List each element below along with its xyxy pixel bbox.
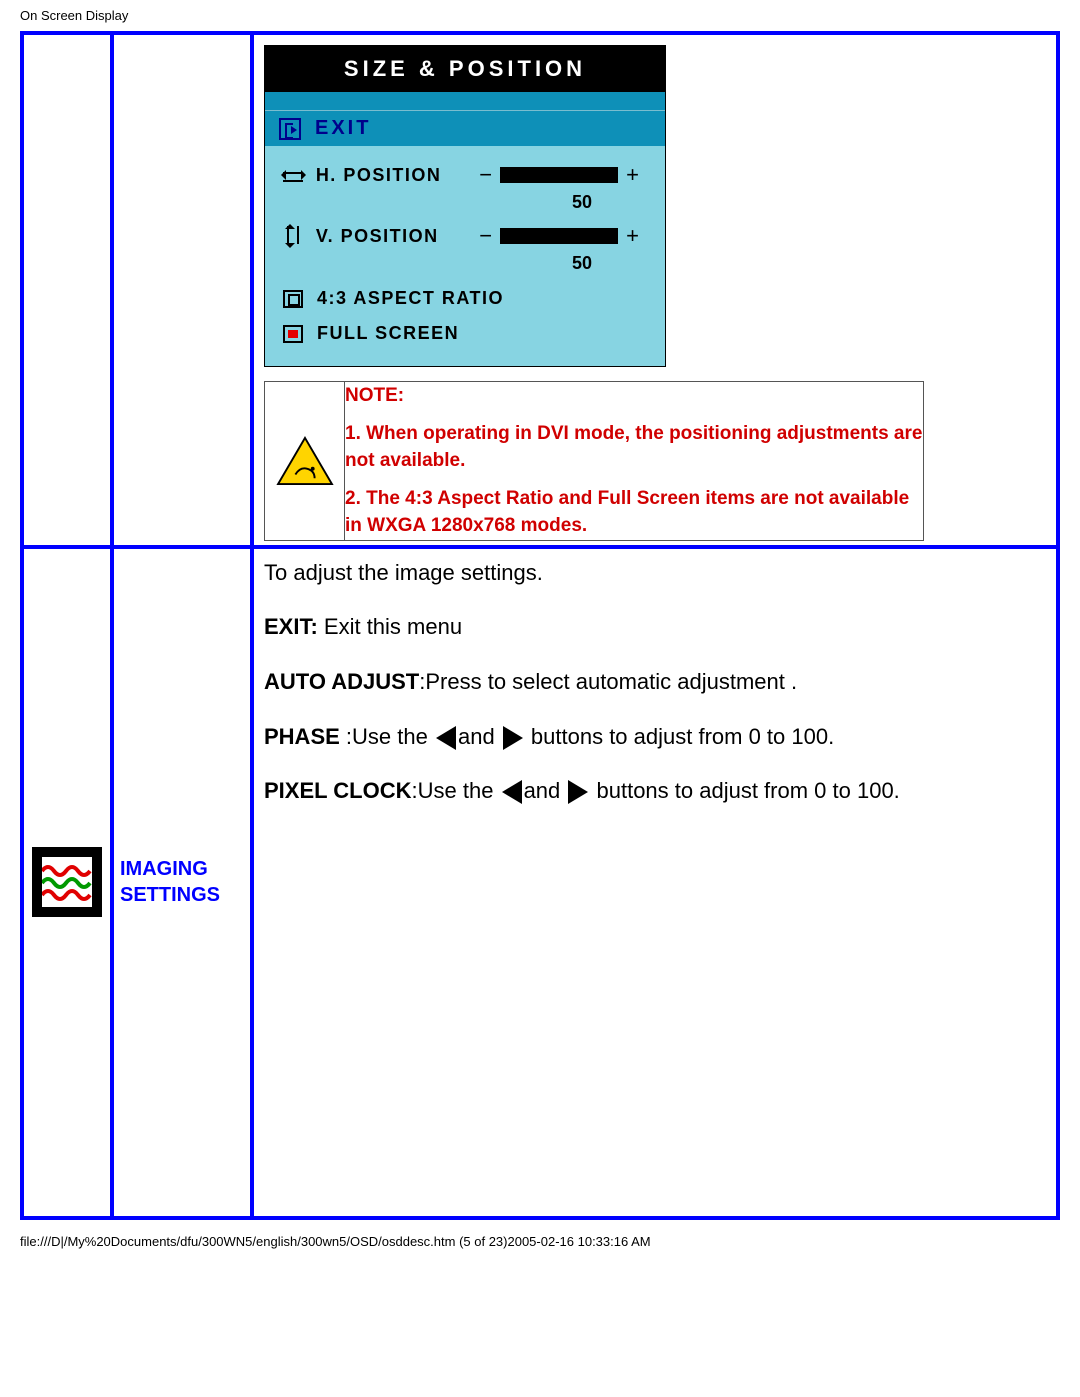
note-text: NOTE: 1. When operating in DVI mode, the…	[345, 382, 924, 541]
row1-icon-cell	[22, 33, 112, 547]
auto-adjust-text: :Press to select automatic adjustment .	[419, 669, 797, 694]
h-position-icon	[281, 165, 306, 185]
pixel-post: buttons to adjust from 0 to 100.	[590, 778, 899, 803]
page-header: On Screen Display	[0, 0, 1080, 31]
h-position-row[interactable]: H. POSITION − +	[281, 162, 645, 188]
pixel-pre: :Use the	[412, 778, 500, 803]
osd-body: H. POSITION − + 50 V. POSITION −	[265, 146, 665, 366]
phase-bold: PHASE	[264, 724, 346, 749]
v-position-row[interactable]: V. POSITION − +	[281, 223, 645, 249]
slider-bar[interactable]	[500, 228, 618, 244]
phase-mid: and	[458, 724, 501, 749]
full-screen-label: FULL SCREEN	[317, 323, 459, 344]
aspect-ratio-row[interactable]: 4:3 ASPECT RATIO	[281, 288, 645, 309]
row2-label-cell: IMAGING SETTINGS	[112, 547, 252, 1218]
note-line2: 2. The 4:3 Aspect Ratio and Full Screen …	[345, 485, 923, 540]
minus-icon[interactable]: −	[473, 162, 498, 188]
right-arrow-icon	[568, 780, 588, 804]
osd-separator	[265, 92, 665, 110]
pixel-mid: and	[524, 778, 567, 803]
aspect-ratio-label: 4:3 ASPECT RATIO	[317, 288, 504, 309]
exit-bold: EXIT:	[264, 614, 318, 639]
note-line1: 1. When operating in DVI mode, the posit…	[345, 420, 923, 475]
minus-icon[interactable]: −	[473, 223, 498, 249]
warning-icon	[276, 436, 334, 486]
row1-label-cell	[112, 33, 252, 547]
row2-content-cell: To adjust the image settings. EXIT: Exit…	[252, 547, 1058, 1218]
note-box: NOTE: 1. When operating in DVI mode, the…	[264, 381, 924, 541]
row2-icon-cell	[22, 547, 112, 1218]
phase-post: buttons to adjust from 0 to 100.	[525, 724, 834, 749]
h-position-slider[interactable]: − +	[473, 162, 645, 188]
left-arrow-icon	[502, 780, 522, 804]
exit-icon	[279, 118, 301, 140]
exit-text: Exit this menu	[318, 614, 462, 639]
v-position-icon	[281, 226, 306, 246]
plus-icon[interactable]: +	[620, 223, 645, 249]
imaging-settings-label: IMAGING SETTINGS	[120, 856, 250, 908]
full-screen-icon	[283, 325, 303, 343]
auto-adjust-line: AUTO ADJUST:Press to select automatic ad…	[264, 668, 1052, 697]
h-position-label: H. POSITION	[316, 165, 473, 186]
h-position-value: 50	[519, 192, 645, 213]
v-position-value: 50	[519, 253, 645, 274]
left-arrow-icon	[436, 726, 456, 750]
v-position-label: V. POSITION	[316, 226, 473, 247]
plus-icon[interactable]: +	[620, 162, 645, 188]
aspect-ratio-icon	[283, 290, 303, 308]
imaging-settings-icon	[32, 847, 102, 917]
intro-text: To adjust the image settings.	[264, 559, 1052, 588]
osd-exit-label: EXIT	[315, 117, 371, 140]
exit-line: EXIT: Exit this menu	[264, 613, 1052, 642]
full-screen-row[interactable]: FULL SCREEN	[281, 323, 645, 344]
layout-table: SIZE & POSITION EXIT H. POSITION − +	[20, 31, 1060, 1220]
pixel-clock-line: PIXEL CLOCK:Use the and buttons to adjus…	[264, 777, 1052, 806]
osd-exit-row[interactable]: EXIT	[265, 110, 665, 146]
v-position-slider[interactable]: − +	[473, 223, 645, 249]
note-heading: NOTE:	[345, 382, 923, 410]
page-footer: file:///D|/My%20Documents/dfu/300WN5/eng…	[0, 1220, 1080, 1259]
phase-pre: :Use the	[346, 724, 434, 749]
note-icon-cell	[265, 382, 345, 541]
right-arrow-icon	[503, 726, 523, 750]
osd-panel: SIZE & POSITION EXIT H. POSITION − +	[264, 45, 666, 367]
osd-title: SIZE & POSITION	[265, 46, 665, 92]
row1-content-cell: SIZE & POSITION EXIT H. POSITION − +	[252, 33, 1058, 547]
phase-line: PHASE :Use the and buttons to adjust fro…	[264, 723, 1052, 752]
slider-bar[interactable]	[500, 167, 618, 183]
pixel-clock-bold: PIXEL CLOCK	[264, 778, 412, 803]
imaging-settings-content: To adjust the image settings. EXIT: Exit…	[264, 559, 1052, 1212]
auto-adjust-bold: AUTO ADJUST	[264, 669, 419, 694]
